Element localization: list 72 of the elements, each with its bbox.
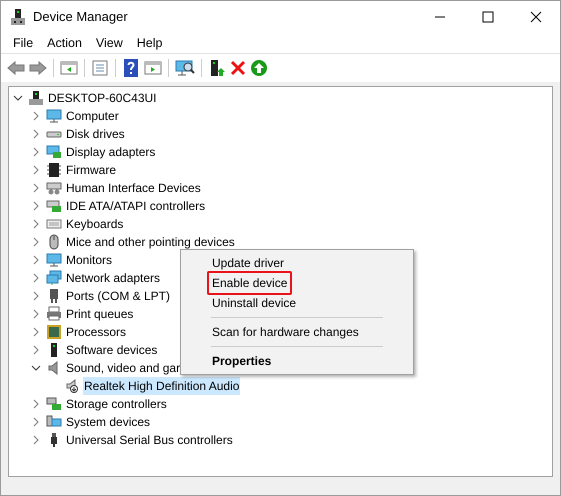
collapse-chevron-icon[interactable]	[13, 93, 23, 103]
tree-item[interactable]: Firmware	[65, 161, 117, 179]
tree-item[interactable]: Universal Serial Bus controllers	[65, 431, 234, 449]
device-icon	[46, 396, 62, 412]
expand-chevron-icon[interactable]	[31, 327, 41, 337]
device-icon	[46, 162, 62, 178]
tree-item[interactable]: Mice and other pointing devices	[65, 233, 236, 251]
expand-chevron-icon[interactable]	[31, 147, 41, 157]
expand-chevron-icon[interactable]	[31, 183, 41, 193]
delete-icon[interactable]	[230, 60, 246, 76]
menu-item[interactable]: File	[7, 34, 40, 52]
device-icon	[46, 306, 62, 322]
expand-chevron-icon[interactable]	[31, 435, 41, 445]
device-icon	[46, 252, 62, 268]
window-title: Device Manager	[33, 8, 128, 26]
close-icon[interactable]	[530, 11, 542, 23]
device-icon	[28, 90, 44, 106]
panel-icon[interactable]	[60, 60, 78, 76]
tree-item[interactable]: Display adapters	[65, 143, 156, 161]
expand-chevron-icon[interactable]	[31, 399, 41, 409]
forward-icon[interactable]	[29, 60, 47, 76]
tree-item[interactable]: Disk drives	[65, 125, 126, 143]
menu-item[interactable]: View	[90, 34, 129, 52]
device-icon	[46, 270, 62, 286]
menu-option[interactable]: Scan for hardware changes	[207, 320, 364, 344]
menu-item[interactable]: Help	[130, 34, 168, 52]
expand-chevron-icon[interactable]	[31, 345, 41, 355]
app-icon	[11, 9, 25, 25]
enable-icon[interactable]	[250, 59, 268, 77]
help-icon[interactable]	[122, 59, 140, 77]
expand-chevron-icon[interactable]	[31, 309, 41, 319]
document-icon[interactable]	[91, 60, 109, 76]
device-icon	[46, 180, 62, 196]
tree-item[interactable]: Human Interface Devices	[65, 179, 202, 197]
expand-chevron-icon[interactable]	[31, 237, 41, 247]
expand-chevron-icon[interactable]	[31, 291, 41, 301]
tree-item[interactable]: Realtek High Definition Audio	[83, 377, 240, 395]
expand-chevron-icon[interactable]	[31, 255, 41, 265]
tree-item[interactable]: Ports (COM & LPT)	[65, 287, 172, 305]
expand-chevron-icon[interactable]	[31, 111, 41, 121]
device-icon	[46, 324, 62, 340]
expand-chevron-icon[interactable]	[31, 129, 41, 139]
tree-item[interactable]: Monitors	[65, 251, 114, 269]
expand-chevron-icon[interactable]	[31, 219, 41, 229]
menu-option[interactable]: Enable device	[207, 271, 292, 295]
maximize-icon[interactable]	[482, 11, 494, 23]
tree-item[interactable]: Processors	[65, 323, 128, 341]
collapse-chevron-icon[interactable]	[31, 363, 41, 373]
menu-item[interactable]: Action	[41, 34, 88, 52]
expand-chevron-icon[interactable]	[31, 165, 41, 175]
device-update-icon[interactable]	[208, 59, 226, 77]
tree-item[interactable]: IDE ATA/ATAPI controllers	[65, 197, 206, 215]
device-icon	[46, 198, 62, 214]
tree-item[interactable]: DESKTOP-60C43UI	[47, 89, 158, 107]
device-icon	[46, 144, 62, 160]
expand-chevron-icon[interactable]	[31, 201, 41, 211]
tree-item[interactable]: Storage controllers	[65, 395, 168, 413]
tree-item[interactable]: Network adapters	[65, 269, 162, 287]
tree-item[interactable]: System devices	[65, 413, 152, 431]
expand-chevron-icon[interactable]	[31, 273, 41, 283]
device-icon	[46, 108, 62, 124]
tree-item[interactable]: Keyboards	[65, 215, 124, 233]
monitor-search-icon[interactable]	[175, 59, 195, 77]
tree-item[interactable]: Sound, video and gar	[65, 359, 182, 377]
menu-option[interactable]: Properties	[207, 349, 276, 373]
tree-item[interactable]: Software devices	[65, 341, 158, 359]
tree-item[interactable]: Computer	[65, 107, 120, 125]
device-icon	[64, 378, 80, 394]
panel-icon[interactable]	[144, 60, 162, 76]
back-icon[interactable]	[7, 60, 25, 76]
tree-item[interactable]: Print queues	[65, 305, 134, 323]
expand-chevron-icon[interactable]	[31, 417, 41, 427]
